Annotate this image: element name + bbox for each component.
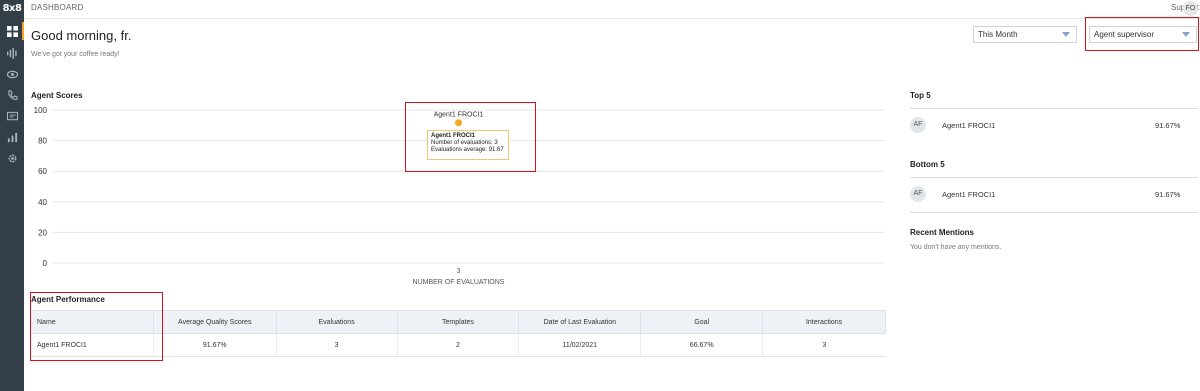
column-header[interactable]: Templates — [396, 310, 520, 334]
table-cell: 66.67% — [640, 333, 763, 357]
y-tick-label: 100 — [34, 106, 48, 115]
highlight-chart-point — [405, 102, 536, 172]
highlight-agent-performance — [30, 292, 163, 361]
divider — [910, 212, 1198, 213]
table-cell: 3 — [275, 333, 398, 357]
column-header[interactable]: Interactions — [762, 310, 886, 334]
y-tick-label: 40 — [38, 198, 47, 207]
y-tick-label: 0 — [43, 259, 48, 268]
user-avatar[interactable]: FO — [1183, 1, 1198, 16]
avatar: AF — [910, 117, 926, 133]
table-cell: 91.67% — [152, 333, 277, 357]
agent-name: Agent1 FROCI1 — [942, 190, 996, 199]
x-tick-label: 3 — [457, 268, 461, 275]
bottom5-item[interactable]: AF Agent1 FROCI1 91.67% — [910, 177, 1198, 209]
column-header[interactable]: Goal — [640, 310, 764, 334]
x-axis-label: NUMBER OF EVALUATIONS — [413, 279, 505, 286]
y-tick-label: 60 — [38, 167, 47, 176]
column-header[interactable]: Average Quality Scores — [152, 310, 277, 334]
column-header[interactable]: Evaluations — [275, 310, 398, 334]
period-select[interactable]: This Month — [973, 26, 1077, 43]
chevron-down-icon — [1062, 32, 1070, 37]
table-cell: 11/02/2021 — [518, 333, 641, 357]
column-header[interactable]: Date of Last Evaluation — [518, 310, 642, 334]
recent-mentions-title: Recent Mentions — [910, 228, 975, 237]
table-cell: 2 — [396, 333, 519, 357]
avatar: AF — [910, 186, 926, 202]
bottom5-title: Bottom 5 — [910, 160, 945, 169]
agent-name: Agent1 FROCI1 — [942, 121, 996, 130]
table-cell: 3 — [762, 333, 886, 357]
agent-score: 91.67% — [1155, 190, 1181, 199]
top5-item[interactable]: AF Agent1 FROCI1 91.67% — [910, 108, 1198, 140]
period-select-value: This Month — [978, 30, 1018, 39]
mentions-empty-text: You don't have any mentions. — [910, 244, 1002, 251]
top5-title: Top 5 — [910, 91, 931, 100]
highlight-role-select — [1085, 17, 1199, 51]
y-tick-label: 20 — [38, 228, 47, 237]
y-tick-label: 80 — [38, 137, 47, 146]
agent-score: 91.67% — [1155, 121, 1181, 130]
